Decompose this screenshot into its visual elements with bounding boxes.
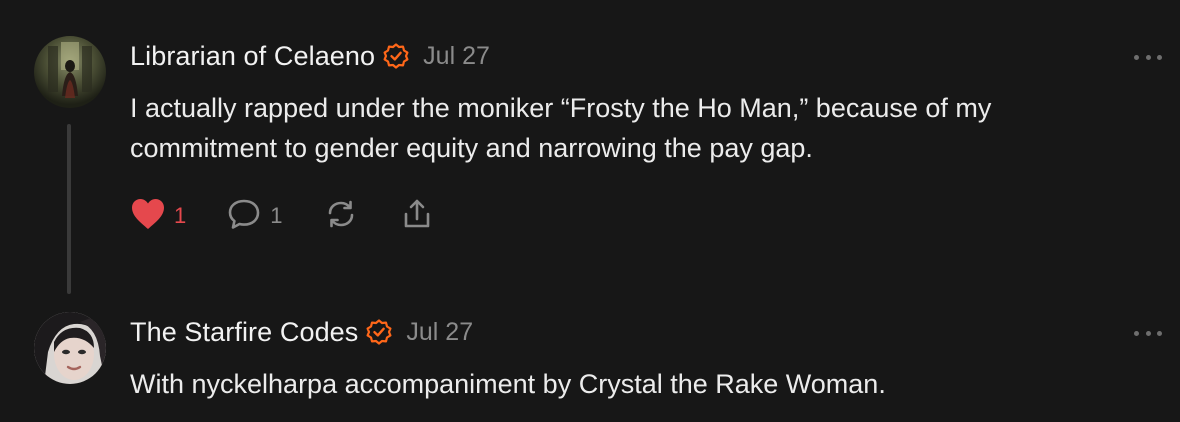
comment-date[interactable]: Jul 27	[406, 318, 473, 347]
share-button[interactable]	[399, 197, 435, 236]
comment-header: Librarian of Celaeno Jul 27	[130, 36, 490, 76]
thread-line	[67, 124, 71, 294]
more-options-icon[interactable]	[1134, 52, 1162, 62]
like-button[interactable]: 1	[130, 197, 186, 236]
comment-bubble-icon	[226, 197, 262, 236]
comment-header: The Starfire Codes Jul 27	[130, 312, 473, 352]
verified-check-icon	[366, 319, 392, 345]
like-count: 1	[174, 203, 187, 228]
restack-button[interactable]	[323, 197, 359, 236]
comment-date[interactable]: Jul 27	[423, 42, 490, 71]
verified-check-icon	[383, 43, 409, 69]
avatar[interactable]	[34, 312, 106, 384]
more-options-icon[interactable]	[1134, 328, 1162, 338]
share-icon	[399, 197, 435, 236]
comment-text: I actually rapped under the moniker “Fro…	[130, 93, 992, 163]
restack-icon	[323, 197, 359, 236]
author-name[interactable]: Librarian of Celaeno	[130, 41, 375, 72]
reply-count: 1	[270, 203, 283, 228]
heart-icon	[130, 197, 166, 236]
reply-button[interactable]: 1	[226, 197, 283, 236]
author-name[interactable]: The Starfire Codes	[130, 317, 358, 348]
avatar[interactable]	[34, 36, 106, 108]
comment-text: With nyckelharpa accompaniment by Crysta…	[130, 369, 886, 399]
comment-actions: 1 1	[130, 196, 475, 236]
